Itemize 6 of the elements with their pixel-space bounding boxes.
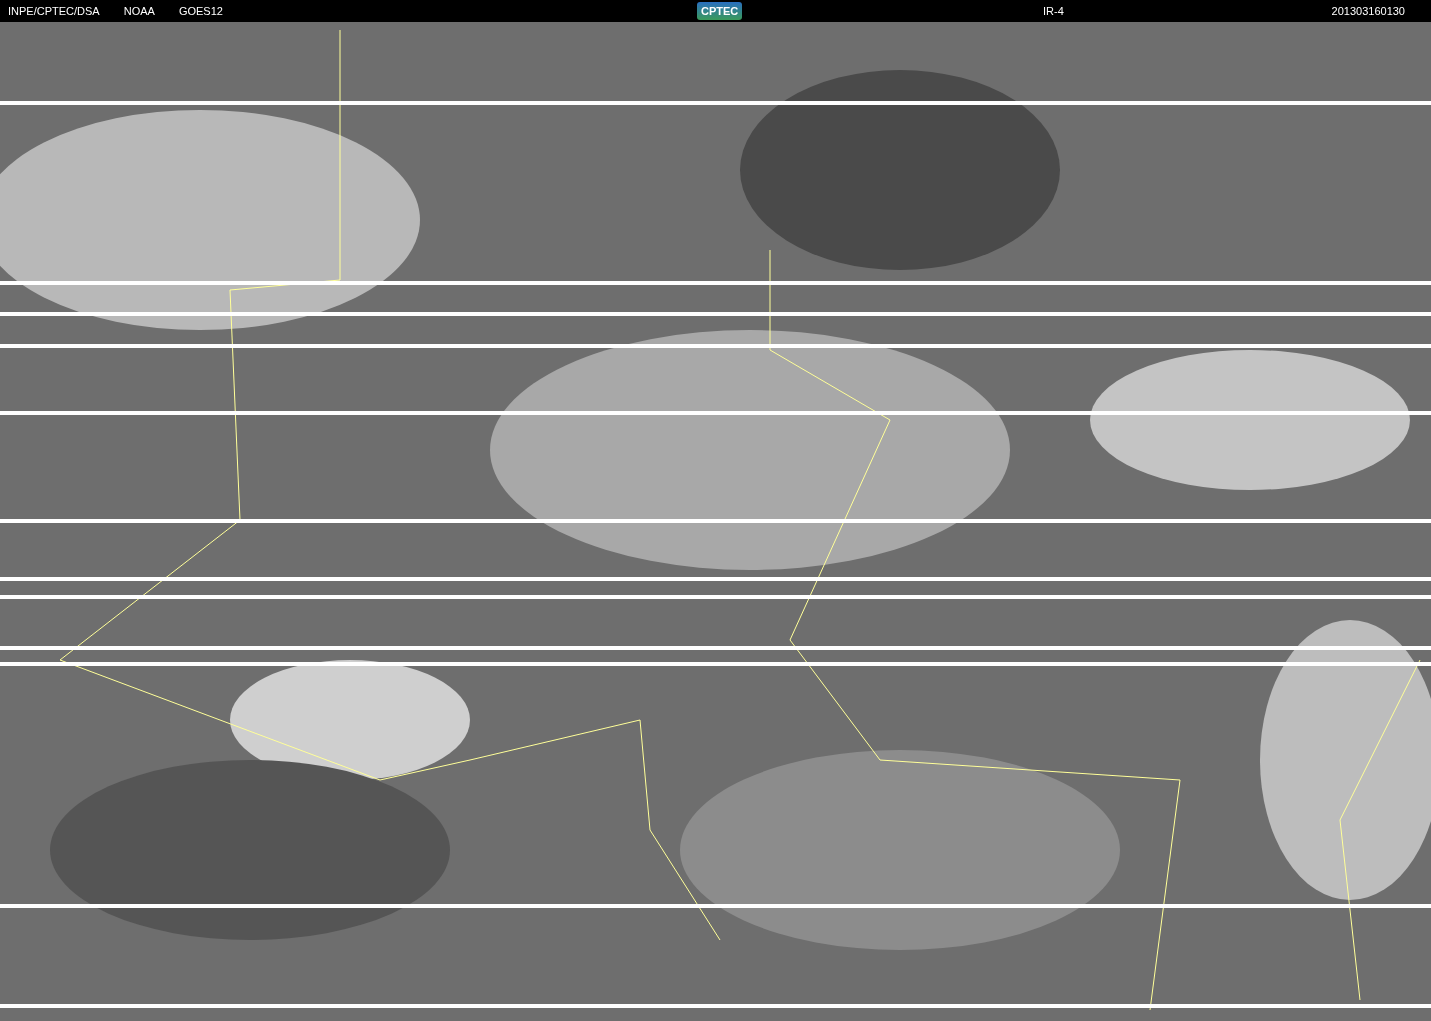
header-label: GOES12 xyxy=(178,5,223,17)
timestamp: 201303160130 xyxy=(1331,5,1405,17)
logo: CPTEC xyxy=(697,2,743,20)
header-label: NOAA xyxy=(123,5,155,17)
channel-label: IR-4 xyxy=(1043,5,1064,17)
header-label: INPE/CPTEC/DSA xyxy=(8,5,100,17)
